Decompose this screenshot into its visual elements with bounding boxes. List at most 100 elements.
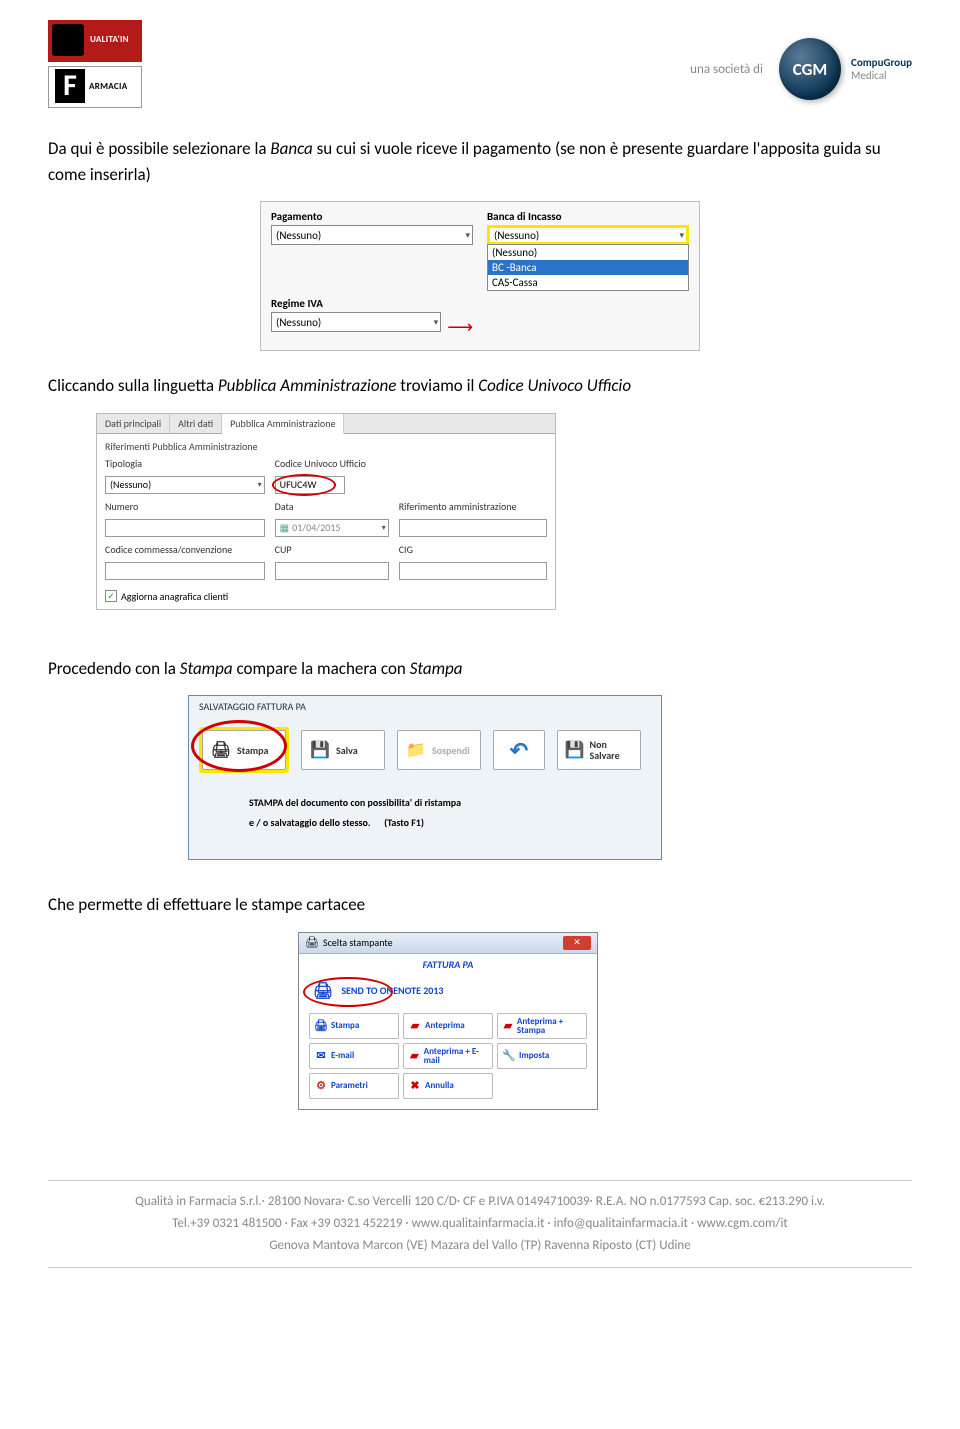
- screenshot-salvataggio: SALVATAGGIO FATTURA PA 🖨 Stampa 💾 Salva …: [188, 695, 662, 860]
- tipologia-label: Tipologia: [105, 457, 265, 470]
- banca-label: Banca di Incasso: [487, 210, 689, 223]
- logo-farmacia-icon: [48, 66, 142, 108]
- tab-altri-dati[interactable]: Altri dati: [170, 414, 222, 433]
- back-button[interactable]: ↶: [493, 730, 545, 770]
- opt-label: Anteprima + E-mail: [424, 1047, 488, 1065]
- cup-input[interactable]: [275, 562, 389, 580]
- opt-parametri[interactable]: ⚙Parametri: [309, 1073, 399, 1099]
- page-header: una società di CGM CompuGroup Medical: [48, 20, 912, 108]
- tab-pubblica-amm[interactable]: Pubblica Amministrazione: [222, 414, 344, 434]
- x-icon: ✖: [408, 1079, 422, 1093]
- opt-email[interactable]: ✉E-mail: [309, 1043, 399, 1069]
- codice-input[interactable]: UFUC4W: [275, 476, 345, 494]
- chevron-down-icon: ▾: [258, 480, 262, 490]
- banca-opt-2[interactable]: CAS-Cassa: [488, 275, 688, 290]
- tabs: Dati principali Altri dati Pubblica Ammi…: [97, 414, 555, 434]
- cgm-line1: CompuGroup: [851, 56, 912, 69]
- tab-dati-principali[interactable]: Dati principali: [97, 414, 170, 433]
- pagamento-label: Pagamento: [271, 210, 473, 223]
- opt-label: Parametri: [331, 1080, 368, 1091]
- cgm-line2: Medical: [851, 69, 887, 82]
- cup-label: CUP: [275, 543, 389, 556]
- close-icon[interactable]: ✕: [563, 936, 591, 950]
- opt-label: E-mail: [331, 1050, 354, 1061]
- commessa-input[interactable]: [105, 562, 265, 580]
- codice-value: UFUC4W: [280, 478, 317, 491]
- cig-label: CIG: [399, 543, 547, 556]
- desc-line2b: (Tasto F1): [384, 816, 424, 829]
- para3-a: Procedendo con la: [48, 658, 180, 679]
- undo-arrow-icon: ↶: [507, 738, 531, 762]
- window-titlebar: 🖨 Scelta stampante ✕: [299, 933, 597, 954]
- opt-anteprima-email[interactable]: ▰Anteprima + E-mail: [403, 1043, 493, 1069]
- chevron-down-icon: ▾: [434, 317, 439, 328]
- opt-anteprima[interactable]: ▰Anteprima: [403, 1013, 493, 1039]
- wrench-icon: 🔧: [502, 1049, 516, 1063]
- salva-label: Salva: [336, 744, 358, 757]
- calendar-icon: ▦: [280, 521, 289, 534]
- desc-line2a: e / o salvataggio dello stesso.: [249, 816, 371, 829]
- checkbox-aggiorna[interactable]: ✓: [105, 590, 117, 602]
- paragraph-4: Che permette di effettuare le stampe car…: [48, 892, 912, 918]
- data-input[interactable]: ▦ 01/04/2015 ▾: [275, 519, 389, 537]
- printer-icon: 🖨: [305, 936, 319, 949]
- tipologia-combo[interactable]: (Nessuno) ▾: [105, 476, 265, 494]
- opt-label: Anteprima + Stampa: [517, 1017, 582, 1035]
- stampa-button[interactable]: 🖨 Stampa: [202, 730, 286, 770]
- logo-qualita-icon: [48, 20, 142, 62]
- opt-label: Stampa: [331, 1020, 359, 1031]
- envelope-icon: ✉: [314, 1049, 328, 1063]
- chevron-down-icon: ▾: [465, 230, 470, 241]
- non-salvare-label: Non Salvare: [589, 739, 634, 761]
- codice-label: Codice Univoco Ufficio: [275, 457, 547, 470]
- dialog-title: SALVATAGGIO FATTURA PA: [199, 700, 651, 713]
- salva-button[interactable]: 💾 Salva: [301, 730, 385, 770]
- printer-icon: 🖨: [314, 1019, 328, 1033]
- desc-line1: STAMPA del documento con possibilita' di…: [249, 793, 651, 813]
- cgm-logo-icon: CGM: [779, 38, 841, 100]
- printer-icon: 🖨: [313, 981, 333, 1001]
- screenshot-pagamento: Pagamento (Nessuno) ▾ Banca di Incasso (…: [260, 201, 700, 351]
- paragraph-2: Cliccando sulla linguetta Pubblica Ammin…: [48, 373, 912, 399]
- opt-stampa[interactable]: 🖨Stampa: [309, 1013, 399, 1039]
- header-right: una società di CGM CompuGroup Medical: [690, 38, 912, 100]
- rif-input[interactable]: [399, 519, 547, 537]
- paragraph-3: Procedendo con la Stampa compare la mach…: [48, 656, 912, 682]
- banca-dropdown[interactable]: (Nessuno) BC -Banca CAS-Cassa: [487, 244, 689, 291]
- opt-anteprima-stampa[interactable]: ▰Anteprima + Stampa: [497, 1013, 587, 1039]
- regime-label: Regime IVA: [271, 297, 441, 310]
- para2-a: Cliccando sulla linguetta: [48, 375, 218, 396]
- sospendi-label: Sospendi: [432, 744, 470, 757]
- banca-opt-1[interactable]: BC -Banca: [488, 260, 688, 275]
- regime-value: (Nessuno): [276, 316, 321, 329]
- pagamento-value: (Nessuno): [276, 229, 321, 242]
- banca-combo[interactable]: (Nessuno) ▾: [487, 225, 689, 245]
- fattura-title: FATTURA PA: [299, 954, 597, 975]
- highlight-stampa: 🖨 Stampa: [199, 727, 289, 773]
- chevron-down-icon: ▾: [679, 230, 684, 241]
- opt-imposta[interactable]: 🔧Imposta: [497, 1043, 587, 1069]
- pagamento-combo[interactable]: (Nessuno) ▾: [271, 225, 473, 245]
- floppy-icon: 💾: [308, 738, 332, 762]
- opt-label: Annulla: [425, 1080, 454, 1091]
- banca-opt-0[interactable]: (Nessuno): [488, 245, 688, 260]
- floppy-x-icon: 💾: [564, 738, 585, 762]
- para3-b: Stampa: [180, 658, 233, 679]
- non-salvare-button[interactable]: 💾 Non Salvare: [557, 730, 641, 770]
- opt-annulla[interactable]: ✖Annulla: [403, 1073, 493, 1099]
- cig-input[interactable]: [399, 562, 547, 580]
- screenshot-scelta-stampante: 🖨 Scelta stampante ✕ FATTURA PA 🖨 SEND T…: [298, 932, 598, 1110]
- numero-label: Numero: [105, 500, 265, 513]
- regime-combo[interactable]: (Nessuno) ▾: [271, 312, 441, 332]
- data-label: Data: [275, 500, 389, 513]
- sospendi-button[interactable]: 📁 Sospendi: [397, 730, 481, 770]
- gear-icon: ⚙: [314, 1079, 328, 1093]
- para2-c: troviamo il: [396, 375, 478, 396]
- window-title: Scelta stampante: [323, 936, 393, 949]
- footer-line1: Qualità in Farmacia S.r.l.· 28100 Novara…: [48, 1191, 912, 1213]
- numero-input[interactable]: [105, 519, 265, 537]
- stampa-label: Stampa: [237, 744, 268, 757]
- checkbox-row: ✓ Aggiorna anagrafica clienti: [105, 590, 547, 603]
- printer-selection[interactable]: 🖨 SEND TO ONENOTE 2013: [299, 975, 597, 1007]
- paragraph-1: Da qui è possibile selezionare la Banca …: [48, 136, 912, 187]
